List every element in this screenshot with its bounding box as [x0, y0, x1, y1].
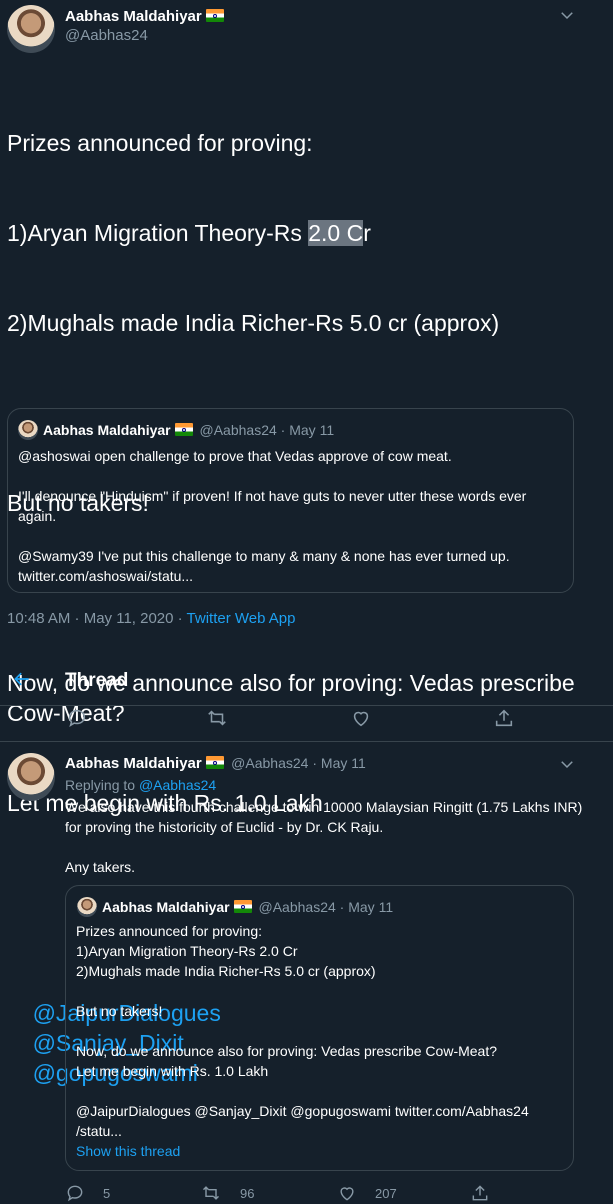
share-icon[interactable] — [470, 1183, 490, 1203]
quoted-author-handle: @Aabhas24 — [199, 422, 277, 438]
like-count: 207 — [375, 1185, 397, 1201]
author-handle[interactable]: @Aabhas24 — [65, 27, 224, 44]
retweet-count: 96 — [240, 1185, 255, 1201]
india-flag-icon — [174, 423, 193, 436]
reply-text: We also have this fourth challenge to wi… — [65, 799, 583, 875]
reply-date[interactable]: May 11 — [321, 755, 366, 771]
india-flag-icon — [233, 900, 252, 913]
reply-icon[interactable] — [66, 707, 90, 731]
quoted-date: May 11 — [289, 422, 335, 438]
quoted-header: Aabhas Maldahiyar @Aabhas24 · May 11 — [102, 899, 394, 915]
quoted-author-name: Aabhas Maldahiyar — [102, 899, 230, 915]
like-icon[interactable] — [337, 1183, 357, 1203]
source-link[interactable]: Twitter Web App — [187, 610, 296, 627]
quoted-tweet[interactable]: Aabhas Maldahiyar @Aabhas24 · May 11 @as… — [7, 408, 574, 593]
reply-author-handle[interactable]: @Aabhas24 — [231, 755, 308, 771]
reply-author-avatar[interactable] — [7, 753, 55, 801]
timestamp-text[interactable]: 10:48 AM · May 11, 2020 · — [7, 610, 187, 627]
quoted-text: Prizes announced for proving: 1)Aryan Mi… — [76, 923, 529, 1139]
retweet-icon[interactable] — [205, 707, 229, 731]
divider — [0, 705, 613, 706]
reply-author-name[interactable]: Aabhas Maldahiyar — [65, 755, 202, 772]
india-flag-icon — [205, 756, 224, 769]
quoted-author-handle: @Aabhas24 — [258, 899, 336, 915]
replying-to-link[interactable]: @Aabhas24 — [139, 777, 216, 793]
author-info[interactable]: Aabhas Maldahiyar @Aabhas24 — [65, 8, 224, 44]
author-avatar[interactable] — [7, 5, 55, 53]
like-action[interactable]: 207 — [337, 1183, 397, 1203]
quoted-date: May 11 — [348, 899, 394, 915]
show-thread-link[interactable]: Show this thread — [76, 1143, 180, 1159]
replying-to: Replying to @Aabhas24 — [65, 777, 216, 793]
like-icon[interactable] — [350, 707, 374, 731]
quoted-header: Aabhas Maldahiyar @Aabhas24 · May 11 — [43, 422, 335, 438]
retweet-action[interactable]: 96 — [200, 1183, 254, 1203]
tweet-line: Prizes announced for proving: — [7, 130, 313, 156]
selected-text: 2.0 C — [308, 220, 364, 246]
chevron-down-icon[interactable] — [558, 755, 576, 773]
tweet-line: 2)Mughals made India Richer-Rs 5.0 cr (a… — [7, 310, 500, 336]
quoted-author-avatar — [18, 420, 38, 440]
tweet-timestamp: 10:48 AM · May 11, 2020 · Twitter Web Ap… — [7, 610, 296, 627]
reply-action[interactable]: 5 — [65, 1183, 110, 1203]
reply-quoted-tweet[interactable]: Aabhas Maldahiyar @Aabhas24 · May 11 Pri… — [65, 885, 574, 1171]
tweet-text-segment: 1)Aryan Migration Theory-Rs — [7, 220, 309, 246]
replying-to-label: Replying to — [65, 777, 139, 793]
thread-title: Thread — [65, 670, 129, 691]
reply-count: 5 — [103, 1185, 111, 1201]
share-icon[interactable] — [493, 707, 517, 731]
quoted-author-avatar — [77, 897, 97, 917]
quoted-author-name: Aabhas Maldahiyar — [43, 422, 171, 438]
author-name[interactable]: Aabhas Maldahiyar — [65, 8, 202, 25]
divider — [0, 741, 613, 742]
retweet-icon[interactable] — [200, 1183, 222, 1203]
share-action[interactable] — [470, 1183, 490, 1203]
tweet-line: 1)Aryan Migration Theory-Rs 2.0 Cr — [7, 218, 607, 248]
reply-header: Aabhas Maldahiyar @Aabhas24 · May 11 — [65, 755, 366, 772]
india-flag-icon — [205, 9, 224, 22]
chevron-down-icon[interactable] — [558, 6, 576, 24]
back-arrow-icon[interactable] — [12, 669, 32, 689]
reply-icon[interactable] — [65, 1183, 85, 1203]
quoted-text: @ashoswai open challenge to prove that V… — [18, 448, 527, 584]
tweet-text-segment: r — [363, 220, 371, 246]
